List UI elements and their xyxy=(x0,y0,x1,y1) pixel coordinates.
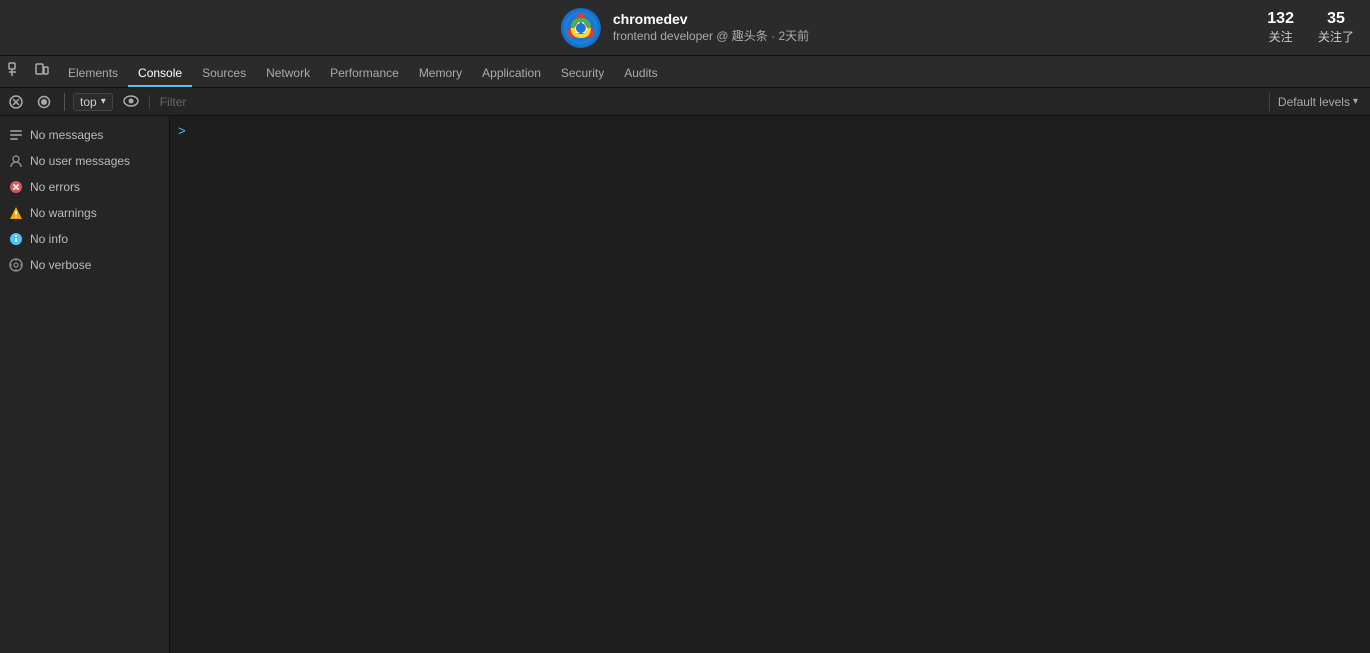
context-value: top xyxy=(80,95,97,109)
followers-count: 132 xyxy=(1267,10,1294,28)
sidebar-item-info[interactable]: No info xyxy=(0,226,169,252)
top-bar-user: chromedev frontend developer @ 趣头条 · 2天前 xyxy=(613,11,809,44)
info-icon xyxy=(8,231,24,247)
toolbar-separator-1 xyxy=(64,93,65,111)
filter-input[interactable] xyxy=(156,95,1265,109)
user-subtitle: frontend developer @ 趣头条 · 2天前 xyxy=(613,27,809,44)
sidebar-item-warnings[interactable]: No warnings xyxy=(0,200,169,226)
filter-container xyxy=(149,95,1265,109)
user-messages-label: No user messages xyxy=(30,154,130,168)
verbose-label: No verbose xyxy=(30,258,91,272)
messages-icon xyxy=(8,127,24,143)
following-count: 35 xyxy=(1327,10,1345,28)
main-area: No messages No user messages No errors xyxy=(0,116,1370,653)
console-input[interactable] xyxy=(190,122,1362,136)
tab-audits[interactable]: Audits xyxy=(614,61,667,87)
messages-label: No messages xyxy=(30,128,103,142)
warnings-icon xyxy=(8,205,24,221)
sidebar-item-user-messages[interactable]: No user messages xyxy=(0,148,169,174)
device-toolbar-icon[interactable] xyxy=(30,60,54,83)
eye-button[interactable] xyxy=(117,92,145,112)
stat-followers: 132 关注 xyxy=(1267,10,1294,45)
followers-label: 关注 xyxy=(1269,28,1293,45)
chrome-logo-icon xyxy=(561,8,601,48)
sidebar-item-verbose[interactable]: No verbose xyxy=(0,252,169,278)
console-sidebar: No messages No user messages No errors xyxy=(0,116,170,653)
levels-label: Default levels xyxy=(1278,95,1350,109)
tab-sources[interactable]: Sources xyxy=(192,61,256,87)
stop-recording-button[interactable] xyxy=(32,93,56,111)
stat-following: 35 关注了 xyxy=(1318,10,1354,45)
errors-label: No errors xyxy=(30,180,80,194)
top-bar-center: chromedev frontend developer @ 趣头条 · 2天前 xyxy=(561,8,809,48)
levels-button[interactable]: Default levels ▾ xyxy=(1269,93,1366,111)
tab-memory[interactable]: Memory xyxy=(409,61,472,87)
errors-icon xyxy=(8,179,24,195)
sidebar-item-errors[interactable]: No errors xyxy=(0,174,169,200)
info-label: No info xyxy=(30,232,68,246)
username: chromedev xyxy=(613,11,809,27)
clear-console-button[interactable] xyxy=(4,93,28,111)
tab-performance[interactable]: Performance xyxy=(320,61,409,87)
inspect-element-icon[interactable] xyxy=(4,60,28,83)
tab-elements[interactable]: Elements xyxy=(58,61,128,87)
tab-network[interactable]: Network xyxy=(256,61,320,87)
tab-security[interactable]: Security xyxy=(551,61,614,87)
levels-arrow-icon: ▾ xyxy=(1353,96,1358,107)
prompt-arrow-icon: > xyxy=(178,123,186,138)
verbose-icon xyxy=(8,257,24,273)
sidebar-item-messages[interactable]: No messages xyxy=(0,122,169,148)
following-label: 关注了 xyxy=(1318,28,1354,45)
context-selector[interactable]: top ▾ xyxy=(73,93,113,111)
context-arrow-icon: ▾ xyxy=(101,96,106,107)
console-toolbar: top ▾ Default levels ▾ xyxy=(0,88,1370,116)
tab-application[interactable]: Application xyxy=(472,61,551,87)
warnings-label: No warnings xyxy=(30,206,97,220)
top-bar: chromedev frontend developer @ 趣头条 · 2天前… xyxy=(0,0,1370,56)
console-prompt: > xyxy=(170,116,1370,144)
tab-console[interactable]: Console xyxy=(128,61,192,87)
user-messages-icon xyxy=(8,153,24,169)
top-bar-stats: 132 关注 35 关注了 xyxy=(1267,10,1354,45)
console-area: > xyxy=(170,116,1370,653)
